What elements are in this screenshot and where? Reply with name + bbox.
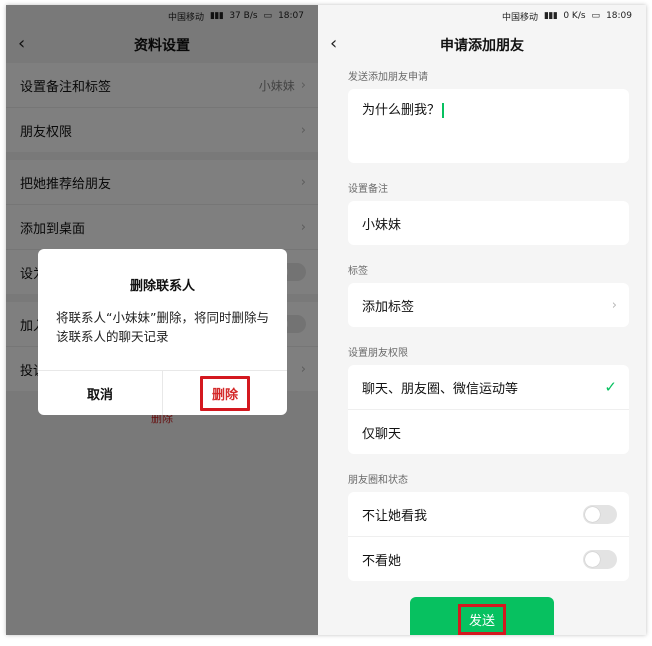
remark-value: 小妹妹	[362, 217, 402, 233]
remark-label: 设置备注	[348, 184, 388, 195]
add-friend-request-screen: 中国移动 ▮▮▮ 0 K/s ▭ 18:09 ‹ 申请添加朋友 发送添加朋友申请…	[318, 5, 646, 635]
remark-card: 小妹妹	[348, 201, 629, 245]
option-label: 聊天、朋友圈、微信运动等	[362, 381, 519, 397]
send-label: 发送	[457, 603, 506, 635]
signal-icon: ▮▮▮	[543, 11, 558, 21]
carrier-label: 中国移动	[501, 12, 538, 23]
nav-bar: ‹ 申请添加朋友	[318, 27, 646, 63]
battery-icon: ▭	[591, 11, 601, 21]
option-label: 不看她	[362, 553, 402, 569]
hide-her-moments-toggle[interactable]	[583, 549, 617, 569]
permission-option-chat-only[interactable]: 仅聊天	[348, 409, 629, 454]
tag-card: 添加标签 ›	[348, 283, 629, 327]
clock: 18:09	[606, 11, 632, 21]
cancel-button[interactable]: 取消	[38, 371, 163, 415]
page-title: 申请添加朋友	[440, 38, 524, 54]
dialog-message: 将联系人“小妹妹”删除，将同时删除与该联系人的聊天记录	[56, 310, 269, 344]
hide-my-moments-toggle[interactable]	[583, 504, 617, 524]
confirm-delete-button[interactable]: 删除	[163, 371, 287, 415]
permission-label: 设置朋友权限	[348, 348, 408, 359]
delete-label: 删除	[199, 375, 250, 411]
option-label: 仅聊天	[362, 426, 402, 442]
status-bar: 中国移动 ▮▮▮ 0 K/s ▭ 18:09	[318, 5, 646, 27]
send-button[interactable]: 发送	[410, 597, 554, 635]
tag-label: 标签	[348, 266, 368, 277]
chevron-right-icon: ›	[611, 297, 617, 313]
request-label: 发送添加朋友申请	[348, 72, 428, 83]
back-icon[interactable]: ‹	[330, 33, 337, 54]
option-label: 不让她看我	[362, 508, 428, 524]
add-tag-row[interactable]: 添加标签 ›	[348, 283, 629, 327]
dialog-title: 删除联系人	[129, 279, 195, 294]
text-caret	[442, 103, 444, 118]
permission-option-full[interactable]: 聊天、朋友圈、微信运动等 ✓	[348, 365, 629, 409]
add-tag-label: 添加标签	[362, 299, 415, 315]
moments-option-hide-hers: 不看她	[348, 536, 629, 581]
cancel-label: 取消	[86, 387, 113, 403]
net-speed: 0 K/s	[563, 11, 586, 21]
request-message-card: 为什么删我？	[348, 89, 629, 163]
dialog-buttons: 取消 删除	[38, 370, 287, 415]
screenshot-frame: 中国移动 ▮▮▮ 37 B/s ▭ 18:07 ‹ 资料设置 设置备注和标签 小…	[6, 5, 646, 635]
delete-contact-dialog: 删除联系人 将联系人“小妹妹”删除，将同时删除与该联系人的聊天记录 取消 删除	[38, 249, 287, 415]
send-area: 发送	[318, 597, 646, 635]
request-text: 为什么删我？	[362, 103, 441, 118]
remark-input[interactable]: 小妹妹	[348, 201, 629, 245]
moments-label: 朋友圈和状态	[348, 475, 408, 486]
checkmark-icon: ✓	[604, 378, 617, 396]
request-message-input[interactable]: 为什么删我？	[348, 89, 629, 163]
moments-card: 不让她看我 不看她	[348, 492, 629, 581]
moments-option-hide-mine: 不让她看我	[348, 492, 629, 536]
permission-card: 聊天、朋友圈、微信运动等 ✓ 仅聊天	[348, 365, 629, 454]
profile-settings-screen: 中国移动 ▮▮▮ 37 B/s ▭ 18:07 ‹ 资料设置 设置备注和标签 小…	[6, 5, 318, 635]
